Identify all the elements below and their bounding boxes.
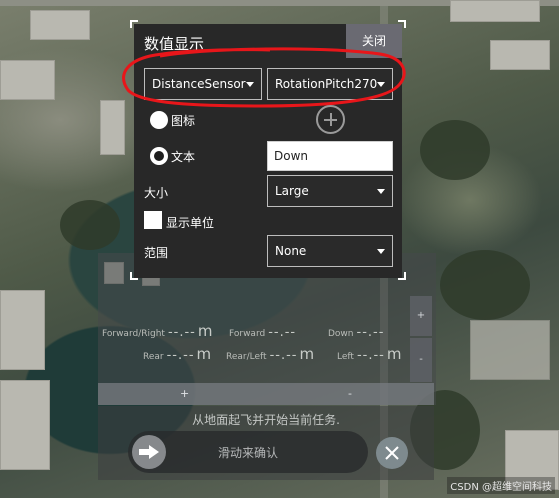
size-label: 大小 xyxy=(144,186,169,200)
value-number: --.-- xyxy=(356,325,385,340)
chevron-down-icon xyxy=(377,249,385,254)
group-select[interactable]: DistanceSensor xyxy=(144,68,262,100)
value-unit: m xyxy=(197,322,213,340)
value-number: --.-- xyxy=(166,348,195,363)
size-select[interactable]: Large xyxy=(267,175,393,207)
add-row-button[interactable]: + xyxy=(180,387,189,400)
remove-row-button[interactable]: - xyxy=(348,387,352,400)
cancel-button[interactable] xyxy=(376,437,408,469)
value-unit: m xyxy=(196,345,212,363)
add-column-button[interactable]: + xyxy=(410,296,432,336)
text-radio[interactable] xyxy=(150,147,168,165)
add-icon[interactable] xyxy=(316,105,345,134)
show-units-checkbox[interactable] xyxy=(144,211,162,229)
value-label: Rear/Left xyxy=(226,352,267,362)
show-units-label: 显示单位 xyxy=(166,216,215,230)
range-select-value: None xyxy=(275,244,307,258)
value-label: Forward xyxy=(229,329,266,339)
group-select-value: DistanceSensor xyxy=(152,77,246,91)
watermark: CSDN @超维空间科技 xyxy=(447,477,555,494)
size-select-value: Large xyxy=(275,184,309,198)
chevron-down-icon xyxy=(377,82,385,87)
chevron-down-icon xyxy=(377,189,385,194)
value-label: Left xyxy=(337,352,354,362)
text-radio-label: 文本 xyxy=(171,150,196,164)
chevron-down-icon xyxy=(246,82,254,87)
range-select[interactable]: None xyxy=(267,235,393,267)
dialog-corner-mark xyxy=(398,272,406,280)
dialog-title: 数值显示 xyxy=(144,35,205,53)
value-number: --.-- xyxy=(356,348,385,363)
dialog-corner-mark xyxy=(130,272,138,280)
value-cell-down[interactable]: Down --.-- xyxy=(328,322,386,340)
value-unit: m xyxy=(386,345,402,363)
remove-column-button[interactable]: - xyxy=(410,338,432,382)
close-button[interactable]: 关闭 xyxy=(346,24,402,58)
slide-to-confirm[interactable]: 滑动来确认 xyxy=(128,431,368,473)
value-number: --.-- xyxy=(167,325,196,340)
value-unit: m xyxy=(299,345,315,363)
value-label: Forward/Right xyxy=(102,329,165,339)
value-number: --.-- xyxy=(269,348,298,363)
value-select[interactable]: RotationPitch270 xyxy=(267,68,393,100)
value-cell-left[interactable]: Left --.-- m xyxy=(337,345,401,363)
value-cell-forward[interactable]: Forward --.-- xyxy=(229,322,298,340)
dialog-corner-mark xyxy=(130,20,138,28)
row-buttons-bar: + - xyxy=(98,383,434,405)
slider-text: 滑动来确认 xyxy=(218,446,279,460)
value-label: Down xyxy=(328,329,354,339)
arrow-right-icon xyxy=(139,445,159,459)
slider-knob[interactable] xyxy=(132,435,166,469)
text-input[interactable] xyxy=(267,141,393,171)
range-label: 范围 xyxy=(144,246,169,260)
value-cell-rear[interactable]: Rear --.-- m xyxy=(143,345,211,363)
value-number: --.-- xyxy=(268,325,297,340)
close-icon xyxy=(385,446,399,460)
value-label: Rear xyxy=(143,352,164,362)
value-cell-rear-left[interactable]: Rear/Left --.-- m xyxy=(226,345,314,363)
icon-radio-label: 图标 xyxy=(171,114,196,128)
icon-radio[interactable] xyxy=(150,111,168,129)
value-cell-forward-right[interactable]: Forward/Right --.-- m xyxy=(102,322,212,340)
mission-message: 从地面起飞并开始当前任务. xyxy=(192,413,340,427)
value-select-value: RotationPitch270 xyxy=(275,77,378,91)
